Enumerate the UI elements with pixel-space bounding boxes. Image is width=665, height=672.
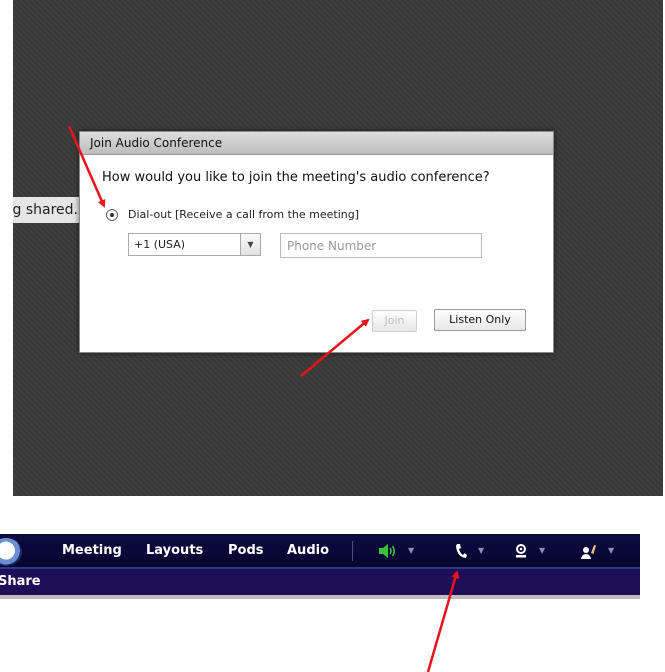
join-button[interactable]: Join <box>372 310 417 332</box>
menu-pods[interactable]: Pods <box>228 534 264 567</box>
speaker-tool[interactable]: ▼ <box>378 534 414 567</box>
dial-out-option[interactable]: Dial-out [Receive a call from the meetin… <box>106 208 359 221</box>
phone-number-input[interactable] <box>280 233 482 258</box>
menu-divider <box>352 541 353 561</box>
join-audio-dialog: Join Audio Conference How would you like… <box>79 131 554 353</box>
country-code-value: +1 (USA) <box>134 238 186 251</box>
raise-hand-tool[interactable]: ▼ <box>580 534 614 567</box>
speaker-icon[interactable] <box>378 543 398 559</box>
connect-logo-icon[interactable] <box>0 538 22 566</box>
page-margin <box>0 0 13 496</box>
webcam-tool[interactable]: ▼ <box>513 534 545 567</box>
dialog-question: How would you like to join the meeting's… <box>102 170 490 185</box>
meeting-stage: g shared. Join Audio Conference How woul… <box>0 0 663 496</box>
chevron-down-icon[interactable]: ▼ <box>539 546 545 555</box>
chevron-down-icon[interactable]: ▼ <box>240 234 260 255</box>
phone-icon[interactable] <box>454 543 468 559</box>
chevron-down-icon[interactable]: ▼ <box>408 546 414 555</box>
chevron-down-icon[interactable]: ▼ <box>608 546 614 555</box>
share-bar: Share <box>0 569 640 599</box>
meeting-menubar: Meeting Layouts Pods Audio ▼ ▼ ▼ ▼ <box>0 534 640 569</box>
share-label[interactable]: Share <box>0 569 41 595</box>
listen-only-button[interactable]: Listen Only <box>434 309 526 331</box>
dial-out-radio[interactable] <box>106 208 118 221</box>
menu-meeting[interactable]: Meeting <box>62 534 122 567</box>
dial-out-label: Dial-out [Receive a call from the meetin… <box>128 208 360 221</box>
chevron-down-icon[interactable]: ▼ <box>478 546 484 555</box>
menu-layouts[interactable]: Layouts <box>146 534 203 567</box>
raise-hand-icon[interactable] <box>580 543 598 559</box>
dialog-title: Join Audio Conference <box>80 132 553 155</box>
webcam-icon[interactable] <box>513 543 529 559</box>
menu-audio[interactable]: Audio <box>287 534 329 567</box>
phone-tool[interactable]: ▼ <box>454 534 484 567</box>
country-code-select[interactable]: +1 (USA) ▼ <box>128 233 261 256</box>
